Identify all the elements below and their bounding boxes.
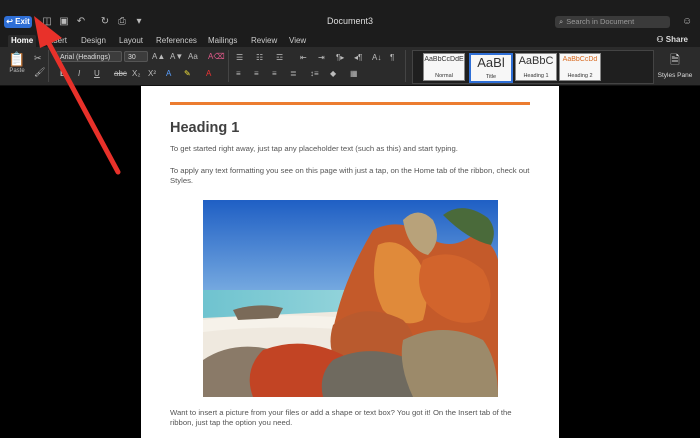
- annotation-arrow: [34, 16, 121, 175]
